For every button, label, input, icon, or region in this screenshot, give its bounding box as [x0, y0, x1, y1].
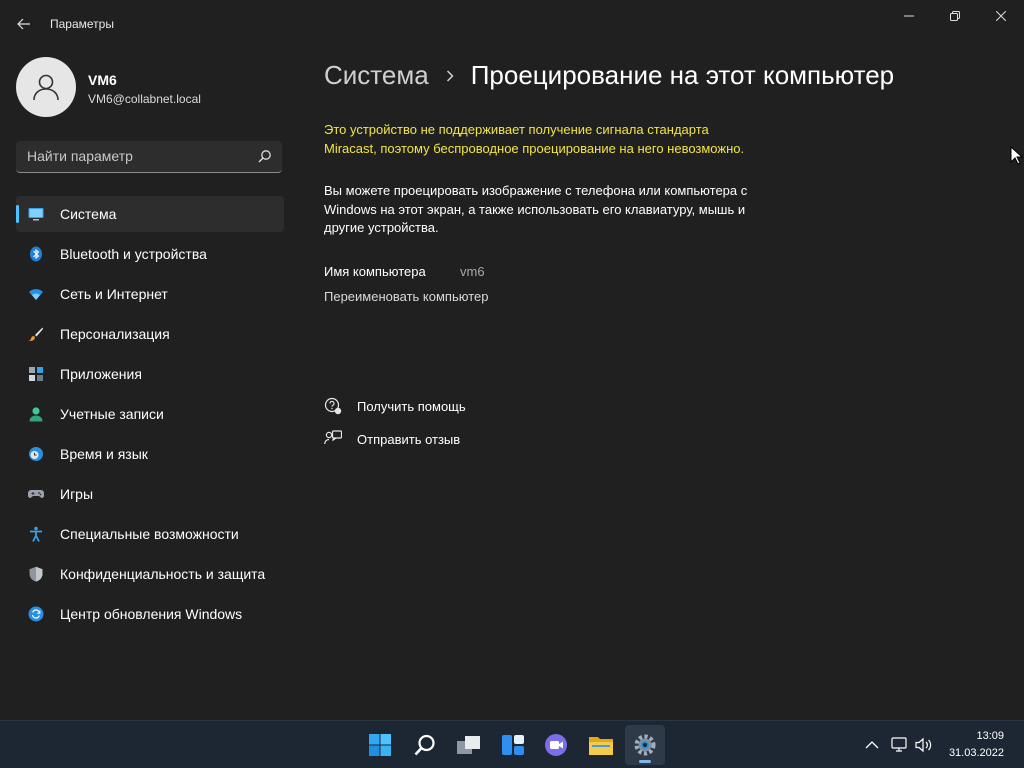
breadcrumb: Система Проецирование на этот компьютер: [324, 60, 894, 91]
network-icon: [891, 737, 907, 752]
sidebar-item-network[interactable]: Сеть и Интернет: [16, 276, 284, 312]
time-language-icon: [29, 447, 43, 461]
taskbar-search-button[interactable]: [405, 725, 445, 765]
sidebar-item-label: Конфиденциальность и защита: [60, 566, 266, 582]
widgets-icon: [502, 735, 524, 755]
shield-icon: [29, 566, 43, 582]
sidebar-item-label: Центр обновления Windows: [60, 606, 243, 622]
selection-indicator: [16, 205, 19, 223]
sidebar-item-system[interactable]: Система: [16, 196, 284, 232]
accounts-icon: [29, 407, 43, 422]
sidebar-item-label: Bluetooth и устройства: [60, 246, 207, 262]
arrow-left-icon: [17, 18, 30, 30]
sidebar-item-accounts[interactable]: Учетные записи: [16, 396, 284, 432]
sidebar-item-label: Система: [60, 206, 117, 222]
accessibility-icon: [30, 526, 42, 542]
widgets-button[interactable]: [493, 725, 533, 765]
bluetooth-icon: [30, 246, 42, 262]
update-icon: [28, 606, 44, 622]
sidebar-item-label: Приложения: [60, 366, 142, 382]
show-hidden-icons-button[interactable]: [862, 735, 882, 755]
settings-icon: [634, 734, 656, 756]
sidebar-item-privacy[interactable]: Конфиденциальность и защита: [16, 556, 284, 592]
search-icon[interactable]: [258, 149, 272, 163]
user-name: VM6: [88, 72, 117, 88]
search-icon: [414, 734, 435, 756]
sidebar-item-time-language[interactable]: Время и язык: [16, 436, 284, 472]
system-icon: [28, 208, 44, 221]
network-tray-button[interactable]: [890, 735, 910, 755]
chevron-up-icon: [865, 741, 879, 749]
user-icon: [33, 74, 59, 101]
taskbar: 13:09 31.03.2022: [0, 720, 1024, 768]
pc-name-value: vm6: [460, 264, 485, 279]
page-title: Проецирование на этот компьютер: [470, 60, 895, 90]
active-app-indicator: [639, 760, 651, 763]
sidebar-item-label: Сеть и Интернет: [60, 286, 168, 302]
sidebar-item-gaming[interactable]: Игры: [16, 476, 284, 512]
mouse-cursor-icon: [1010, 146, 1024, 165]
avatar[interactable]: [16, 57, 76, 117]
sidebar-item-windows-update[interactable]: Центр обновления Windows: [16, 596, 284, 632]
chat-icon: [545, 734, 567, 756]
send-feedback-label: Отправить отзыв: [357, 431, 461, 447]
projection-description: Вы можете проецировать изображение с тел…: [324, 183, 748, 235]
back-button[interactable]: [12, 12, 36, 36]
wifi-icon: [29, 289, 43, 300]
pc-name-label: Имя компьютера: [324, 264, 426, 279]
sidebar-item-accessibility[interactable]: Специальные возможности: [16, 516, 284, 552]
sidebar-item-personalization[interactable]: Персонализация: [16, 316, 284, 352]
clock-time[interactable]: 13:09: [976, 730, 1004, 742]
sidebar-item-label: Персонализация: [60, 326, 170, 342]
task-view-button[interactable]: [449, 725, 489, 765]
restore-icon: [950, 11, 960, 21]
restore-button[interactable]: [932, 0, 978, 32]
sidebar-item-label: Специальные возможности: [60, 526, 239, 542]
file-explorer-button[interactable]: [581, 725, 621, 765]
sidebar-item-apps[interactable]: Приложения: [16, 356, 284, 392]
feedback-icon: [324, 430, 342, 445]
title-bar: Параметры: [0, 0, 1024, 48]
search-input[interactable]: [16, 141, 257, 171]
breadcrumb-parent-link[interactable]: Система: [324, 60, 429, 91]
search-box[interactable]: [16, 141, 282, 173]
close-button[interactable]: [978, 0, 1024, 32]
sidebar-item-label: Время и язык: [60, 446, 148, 462]
apps-icon: [29, 367, 43, 381]
close-icon: [996, 11, 1006, 21]
send-feedback-link[interactable]: Отправить отзыв: [324, 429, 460, 449]
volume-icon: [915, 737, 932, 753]
file-explorer-icon: [589, 737, 613, 755]
chevron-right-icon: [446, 69, 454, 82]
get-help-link[interactable]: Получить помощь: [324, 396, 466, 416]
chat-button[interactable]: [537, 725, 577, 765]
sidebar-item-label: Игры: [60, 486, 94, 502]
gamepad-icon: [28, 490, 44, 498]
sidebar-nav: Система Bluetooth и устройства Сеть и Ин…: [16, 196, 284, 636]
get-help-label: Получить помощь: [357, 398, 466, 414]
app-title: Параметры: [50, 17, 114, 31]
start-icon: [369, 734, 391, 756]
clock-date[interactable]: 31.03.2022: [949, 747, 1004, 759]
minimize-icon: [904, 15, 914, 17]
help-icon: [324, 397, 342, 415]
minimize-button[interactable]: [886, 0, 932, 32]
rename-pc-link[interactable]: Переименовать компьютер: [324, 289, 488, 304]
task-view-icon: [457, 736, 480, 754]
settings-taskbar-button[interactable]: [625, 725, 665, 765]
user-email: VM6@collabnet.local: [88, 92, 201, 106]
sidebar-item-bluetooth[interactable]: Bluetooth и устройства: [16, 236, 284, 272]
start-button[interactable]: [360, 725, 400, 765]
volume-tray-button[interactable]: [914, 735, 934, 755]
brush-icon: [28, 327, 43, 341]
sidebar-item-label: Учетные записи: [60, 406, 164, 422]
miracast-warning-text: Это устройство не поддерживает получение…: [324, 122, 745, 156]
